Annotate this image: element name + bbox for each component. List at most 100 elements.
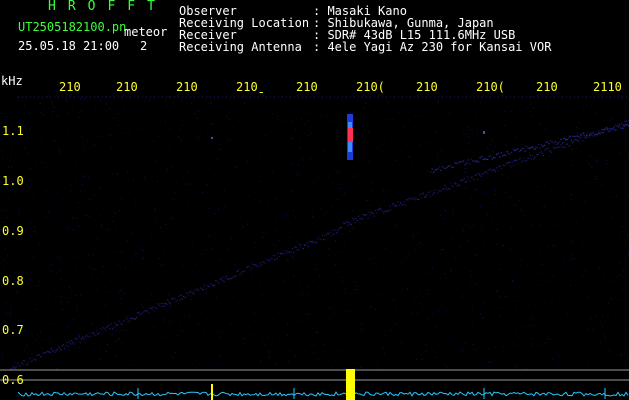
noise-speck (186, 203, 188, 205)
noise-speck (416, 359, 417, 360)
carrier-trace (502, 155, 504, 157)
noise-speck (265, 232, 267, 234)
noise-speck (527, 325, 529, 327)
noise-speck (552, 213, 554, 215)
noise-speck (564, 204, 566, 206)
noise-speck (135, 203, 137, 205)
noise-speck (583, 108, 585, 110)
noise-speck (512, 266, 514, 268)
noise-speck (620, 355, 622, 357)
carrier-trace (562, 142, 564, 144)
carrier-trace (580, 134, 582, 136)
noise-speck (6, 217, 7, 219)
noise-speck (80, 98, 81, 99)
carrier-trace (480, 175, 482, 177)
carrier-trace (335, 233, 337, 235)
carrier-trace (168, 301, 170, 303)
noise-speck (338, 350, 340, 352)
noise-speck (148, 299, 150, 301)
noise-speck (177, 303, 179, 304)
noise-speck (537, 200, 539, 202)
noise-speck (532, 115, 534, 117)
noise-speck (293, 210, 295, 211)
noise-speck (74, 268, 76, 270)
noise-speck (88, 216, 90, 218)
noise-speck (357, 314, 359, 316)
noise-speck (70, 185, 72, 187)
noise-speck (298, 164, 300, 166)
noise-speck (219, 143, 220, 145)
carrier-trace (542, 154, 544, 157)
noise-speck (499, 295, 501, 297)
noise-speck (134, 253, 136, 255)
noise-speck (56, 237, 58, 239)
noise-speck (259, 282, 261, 284)
noise-speck (81, 184, 83, 186)
carrier-trace (529, 154, 531, 156)
noise-speck (308, 294, 310, 295)
carrier-trace (457, 163, 459, 165)
noise-speck (262, 129, 264, 130)
noise-speck (505, 144, 507, 146)
carrier-trace (138, 311, 140, 313)
carrier-trace (457, 184, 459, 186)
noise-speck (53, 322, 55, 324)
carrier-trace (223, 281, 225, 283)
noise-speck (59, 149, 61, 151)
carrier-trace (176, 299, 178, 301)
carrier-trace (308, 241, 310, 243)
carrier-trace (536, 146, 538, 148)
noise-speck (487, 361, 489, 363)
noise-speck (531, 225, 533, 227)
carrier-trace (343, 222, 345, 225)
carrier-trace (584, 136, 586, 138)
noise-speck (486, 324, 488, 326)
noise-speck (35, 165, 37, 167)
noise-speck (301, 292, 303, 294)
noise-speck (441, 151, 443, 153)
noise-speck (75, 180, 77, 182)
carrier-trace (18, 364, 20, 367)
carrier-trace (418, 198, 420, 201)
carrier-trace (86, 335, 88, 337)
noise-speck (448, 305, 450, 307)
noise-speck (512, 281, 514, 283)
noise-speck (589, 162, 591, 164)
noise-speck (516, 137, 518, 139)
carrier-trace (469, 163, 471, 165)
noise-speck (8, 337, 10, 339)
carrier-trace (36, 354, 38, 356)
noise-speck (494, 145, 496, 147)
noise-speck (502, 346, 504, 348)
noise-speck (177, 272, 179, 274)
carrier-trace (124, 319, 126, 321)
carrier-trace (110, 323, 112, 325)
noise-speck (114, 355, 116, 357)
noise-speck (214, 175, 216, 177)
noise-speck (235, 235, 237, 237)
carrier-trace (547, 141, 549, 143)
carrier-trace (622, 124, 624, 126)
noise-speck (417, 217, 419, 219)
noise-speck (4, 268, 6, 270)
noise-speck (112, 95, 114, 97)
noise-speck (276, 198, 278, 200)
noise-speck (327, 291, 329, 293)
noise-speck (127, 185, 129, 186)
noise-speck (604, 262, 606, 264)
noise-speck (562, 264, 564, 266)
noise-speck (86, 215, 88, 217)
noise-speck (169, 128, 171, 130)
noise-speck (332, 232, 334, 234)
noise-speck (523, 187, 525, 189)
noise-speck (35, 230, 36, 232)
carrier-trace (574, 139, 576, 141)
noise-speck (58, 231, 60, 233)
carrier-trace (47, 350, 49, 352)
noise-speck (100, 261, 102, 263)
carrier-trace (617, 123, 619, 125)
noise-speck (124, 180, 126, 182)
carrier-trace (354, 222, 356, 224)
carrier-trace (139, 314, 141, 316)
noise-speck (590, 317, 592, 319)
